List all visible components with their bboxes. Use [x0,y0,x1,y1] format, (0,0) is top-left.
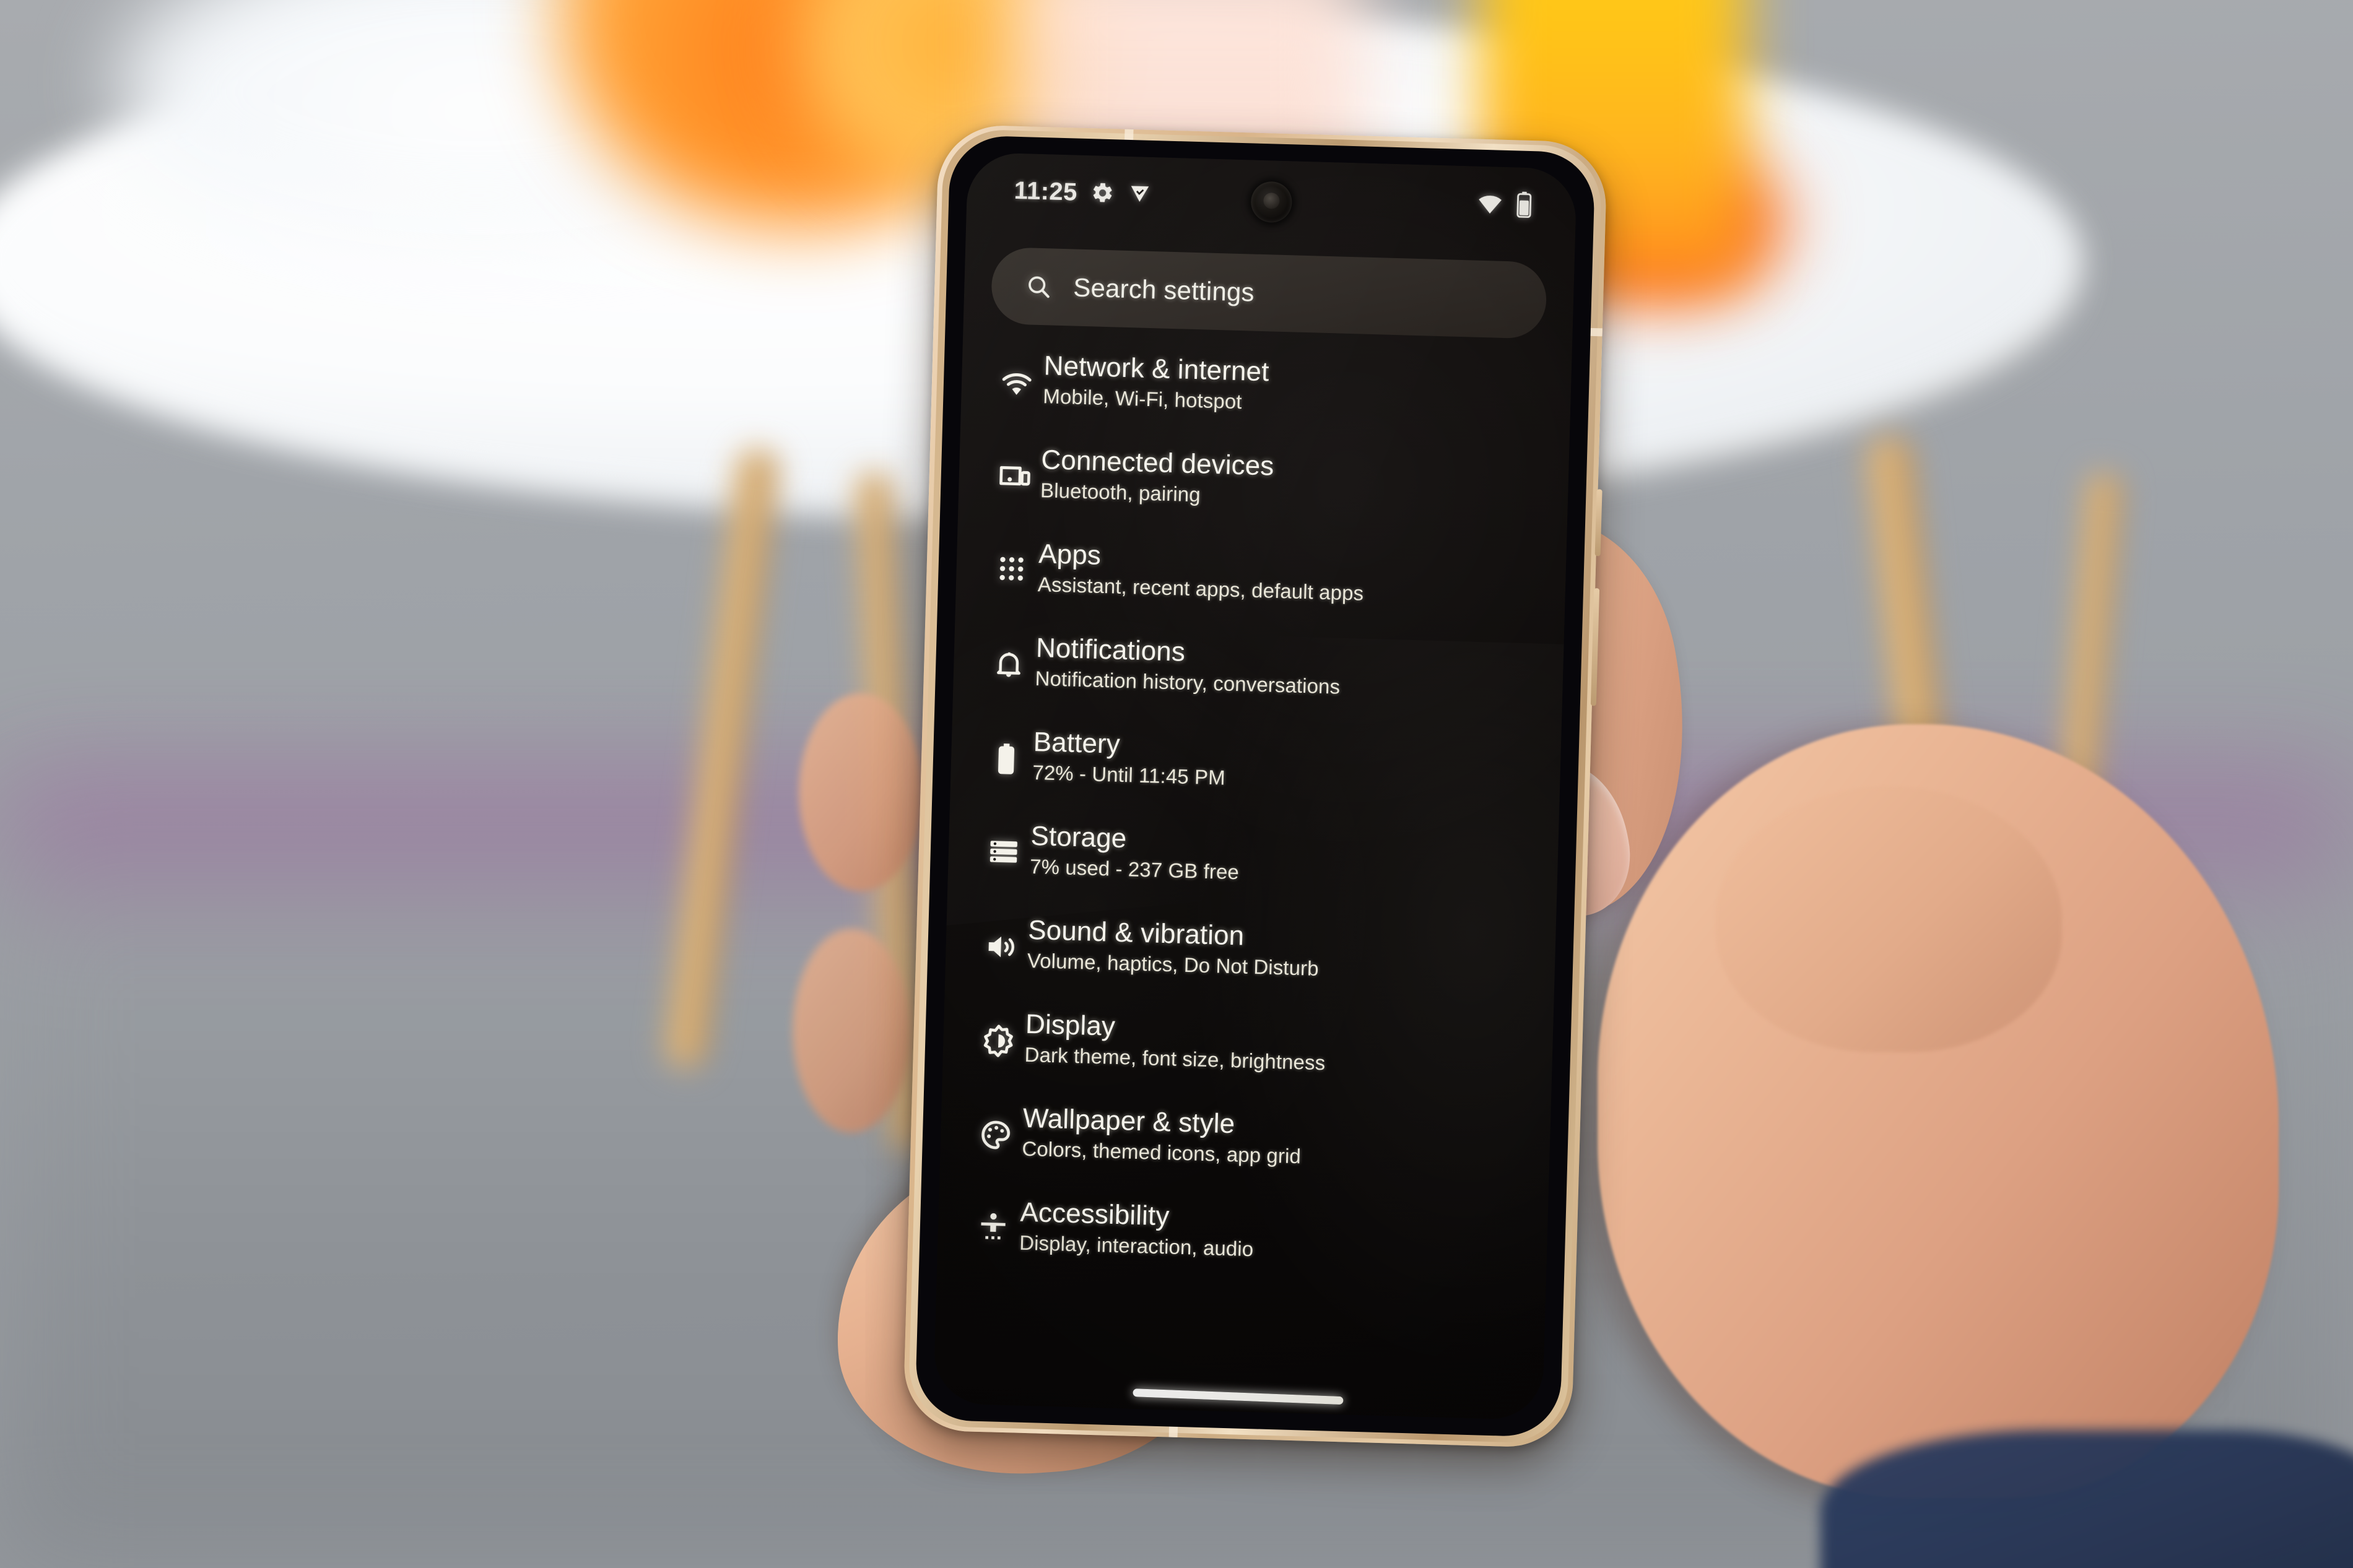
settings-row-title: Storage [1030,820,1128,854]
gear-icon [1093,183,1112,202]
settings-row-wallpaper[interactable]: Wallpaper & style Colors, themed icons, … [939,1088,1551,1198]
knuckle [1715,786,2062,1052]
settings-row-text: Connected devices Bluetooth, pairing [1040,444,1274,506]
settings-row-subtitle: Dark theme, font size, brightness [1024,1042,1326,1075]
speaker-icon [974,929,1029,964]
status-bar-left: 11:25 [1014,176,1152,208]
battery-icon [979,741,1033,777]
finger-behind-left [793,929,910,1133]
settings-row-text: Accessibility Display, interaction, audi… [1019,1197,1255,1261]
settings-row-apps[interactable]: Apps Assistant, recent apps, default app… [955,523,1567,634]
settings-row-subtitle: 72% - Until 11:45 PM [1032,760,1226,789]
settings-row-text: Wallpaper & style Colors, themed icons, … [1021,1102,1302,1168]
settings-row-subtitle: Display, interaction, audio [1019,1231,1254,1261]
settings-row-connected-devices[interactable]: Connected devices Bluetooth, pairing [958,429,1570,540]
settings-row-display[interactable]: Display Dark theme, font size, brightnes… [942,994,1554,1104]
smartphone: 11:25 Search settings Network & internet… [902,124,1608,1449]
storage-icon [976,835,1030,868]
settings-row-storage[interactable]: Storage 7% used - 237 GB free [947,805,1559,916]
phone-bezel: 11:25 Search settings Network & internet… [915,134,1596,1438]
settings-row-text: Battery 72% - Until 11:45 PM [1032,726,1227,789]
settings-row-notifications[interactable]: Notifications Notification history, conv… [952,617,1564,728]
search-placeholder: Search settings [1072,272,1255,307]
status-clock: 11:25 [1014,176,1078,206]
bell-icon [982,647,1036,682]
settings-row-accessibility[interactable]: Accessibility Display, interaction, audi… [937,1182,1549,1293]
settings-row-battery[interactable]: Battery 72% - Until 11:45 PM [950,711,1562,822]
settings-row-title: Battery [1033,726,1121,760]
sleeve [1820,1430,2353,1568]
search-icon [1029,276,1050,298]
settings-row-subtitle: Colors, themed icons, app grid [1021,1137,1302,1168]
settings-row-title: Accessibility [1019,1197,1170,1232]
settings-row-subtitle: Mobile, Wi-Fi, hotspot [1042,384,1243,414]
settings-row-title: Sound & vibration [1027,914,1245,951]
settings-row-text: Storage 7% used - 237 GB free [1029,820,1240,884]
settings-row-text: Network & internet Mobile, Wi-Fi, hotspo… [1042,350,1270,414]
settings-row-title: Wallpaper & style [1022,1102,1235,1140]
settings-row-sound[interactable]: Sound & vibration Volume, haptics, Do No… [944,899,1556,1010]
antenna-band [1590,327,1603,337]
settings-row-subtitle: 7% used - 237 GB free [1029,854,1240,884]
brightness-icon [972,1023,1026,1059]
settings-row-title: Notifications [1035,633,1186,667]
accessibility-icon [966,1211,1020,1247]
settings-list: Network & internet Mobile, Wi-Fi, hotspo… [933,336,1572,1421]
status-bar-right [1477,191,1532,219]
settings-row-title: Network & internet [1043,350,1270,388]
tasks-checkmark-icon [1131,186,1149,202]
battery-icon [1516,191,1532,219]
photo-scene: 11:25 Search settings Network & internet… [0,0,2353,1568]
settings-row-subtitle: Volume, haptics, Do Not Disturb [1027,948,1320,980]
palette-icon [968,1117,1023,1153]
table-leg [661,445,781,1072]
settings-row-subtitle: Assistant, recent apps, default apps [1037,573,1364,605]
wifi-icon [989,365,1044,401]
apps-grid-icon [985,553,1038,585]
settings-row-subtitle: Bluetooth, pairing [1040,479,1201,506]
settings-row-title: Connected devices [1040,444,1275,482]
settings-row-network[interactable]: Network & internet Mobile, Wi-Fi, hotspo… [960,336,1572,446]
settings-row-text: Display Dark theme, font size, brightnes… [1024,1008,1326,1075]
settings-row-subtitle: Notification history, conversations [1035,667,1341,698]
settings-row-title: Display [1025,1008,1116,1042]
finger-behind-left [799,693,923,891]
settings-row-text: Notifications Notification history, conv… [1035,632,1341,698]
settings-row-title: Apps [1038,539,1102,571]
phone-screen: 11:25 Search settings Network & internet… [933,152,1578,1421]
settings-row-text: Sound & vibration Volume, haptics, Do No… [1027,914,1320,980]
search-input[interactable]: Search settings [990,246,1547,339]
wifi-icon [1479,196,1502,214]
settings-row-text: Apps Assistant, recent apps, default app… [1037,538,1365,605]
connected-devices-icon [987,459,1042,495]
